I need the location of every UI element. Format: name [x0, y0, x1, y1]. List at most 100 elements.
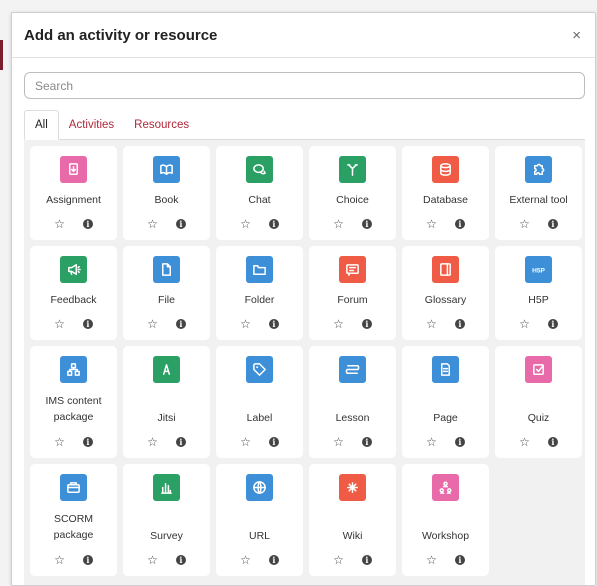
star-icon[interactable]: ☆ [519, 436, 530, 448]
info-icon[interactable]: i [175, 319, 186, 329]
info-icon[interactable]: i [175, 555, 186, 565]
module-actions: ☆ i [30, 318, 117, 330]
star-icon[interactable]: ☆ [147, 218, 158, 230]
module-actions: ☆ i [123, 554, 210, 566]
star-icon[interactable]: ☆ [426, 554, 437, 566]
star-icon[interactable]: ☆ [426, 218, 437, 230]
star-icon[interactable]: ☆ [426, 436, 437, 448]
close-icon[interactable]: × [572, 28, 581, 43]
star-icon[interactable]: ☆ [240, 218, 251, 230]
module-card-quiz[interactable]: Quiz ☆ i [495, 346, 582, 458]
module-card-feedback[interactable]: Feedback ☆ i [30, 246, 117, 340]
module-card-lesson[interactable]: Lesson ☆ i [309, 346, 396, 458]
info-icon[interactable]: i [454, 219, 465, 229]
info-icon[interactable]: i [361, 437, 372, 447]
tab-resources[interactable]: Resources [124, 110, 199, 139]
scorm-icon [60, 474, 87, 501]
module-actions: ☆ i [30, 436, 117, 448]
info-icon[interactable]: i [268, 555, 279, 565]
info-icon[interactable]: i [361, 555, 372, 565]
info-icon[interactable]: i [175, 437, 186, 447]
star-icon[interactable]: ☆ [147, 436, 158, 448]
add-activity-dialog: Add an activity or resource × All Activi… [11, 12, 596, 586]
tab-activities[interactable]: Activities [59, 110, 124, 139]
info-icon[interactable]: i [454, 437, 465, 447]
module-card-url[interactable]: URL ☆ i [216, 464, 303, 576]
quiz-icon [525, 356, 552, 383]
star-icon[interactable]: ☆ [519, 218, 530, 230]
star-icon[interactable]: ☆ [54, 436, 65, 448]
star-icon[interactable]: ☆ [240, 436, 251, 448]
module-actions: ☆ i [216, 554, 303, 566]
info-icon[interactable]: i [175, 219, 186, 229]
info-icon[interactable]: i [82, 319, 93, 329]
module-card-assignment[interactable]: Assignment ☆ i [30, 146, 117, 240]
star-icon[interactable]: ☆ [333, 436, 344, 448]
module-card-scorm-package[interactable]: SCORM package ☆ i [30, 464, 117, 576]
module-actions: ☆ i [402, 436, 489, 448]
module-card-h5p[interactable]: H5P H5P ☆ i [495, 246, 582, 340]
module-actions: ☆ i [309, 318, 396, 330]
module-card-database[interactable]: Database ☆ i [402, 146, 489, 240]
star-icon[interactable]: ☆ [54, 554, 65, 566]
star-icon[interactable]: ☆ [54, 318, 65, 330]
module-label: Workshop [421, 530, 470, 542]
module-label: H5P [528, 294, 549, 306]
module-card-workshop[interactable]: Workshop ☆ i [402, 464, 489, 576]
module-label: Book [154, 194, 179, 206]
info-icon[interactable]: i [82, 555, 93, 565]
module-label: External tool [509, 194, 568, 206]
module-label: Lesson [335, 412, 370, 424]
jitsi-icon [153, 356, 180, 383]
module-card-external-tool[interactable]: External tool ☆ i [495, 146, 582, 240]
info-icon[interactable]: i [454, 319, 465, 329]
info-icon[interactable]: i [547, 319, 558, 329]
star-icon[interactable]: ☆ [426, 318, 437, 330]
star-icon[interactable]: ☆ [519, 318, 530, 330]
module-card-label[interactable]: Label ☆ i [216, 346, 303, 458]
star-icon[interactable]: ☆ [54, 218, 65, 230]
module-actions: ☆ i [309, 218, 396, 230]
module-actions: ☆ i [30, 554, 117, 566]
info-icon[interactable]: i [82, 437, 93, 447]
info-icon[interactable]: i [547, 219, 558, 229]
module-card-ims-content-package[interactable]: IMS content package ☆ i [30, 346, 117, 458]
module-label: File [158, 294, 175, 306]
star-icon[interactable]: ☆ [333, 318, 344, 330]
module-card-book[interactable]: Book ☆ i [123, 146, 210, 240]
info-icon[interactable]: i [268, 219, 279, 229]
search-input[interactable] [24, 72, 585, 99]
module-label: Folder [244, 294, 275, 306]
module-card-survey[interactable]: Survey ☆ i [123, 464, 210, 576]
module-label: Database [423, 194, 468, 206]
info-icon[interactable]: i [361, 319, 372, 329]
module-card-file[interactable]: File ☆ i [123, 246, 210, 340]
module-card-chat[interactable]: Chat ☆ i [216, 146, 303, 240]
star-icon[interactable]: ☆ [333, 554, 344, 566]
module-label: Quiz [527, 412, 550, 424]
info-icon[interactable]: i [82, 219, 93, 229]
star-icon[interactable]: ☆ [147, 554, 158, 566]
tab-all[interactable]: All [24, 110, 59, 140]
module-actions: ☆ i [402, 318, 489, 330]
module-card-forum[interactable]: Forum ☆ i [309, 246, 396, 340]
info-icon[interactable]: i [361, 219, 372, 229]
module-card-wiki[interactable]: Wiki ☆ i [309, 464, 396, 576]
module-card-page[interactable]: Page ☆ i [402, 346, 489, 458]
module-card-folder[interactable]: Folder ☆ i [216, 246, 303, 340]
star-icon[interactable]: ☆ [333, 218, 344, 230]
star-icon[interactable]: ☆ [147, 318, 158, 330]
module-card-jitsi[interactable]: Jitsi ☆ i [123, 346, 210, 458]
module-card-glossary[interactable]: Glossary ☆ i [402, 246, 489, 340]
module-actions: ☆ i [30, 218, 117, 230]
lesson-icon [339, 356, 366, 383]
module-label: Survey [150, 530, 183, 542]
info-icon[interactable]: i [268, 437, 279, 447]
info-icon[interactable]: i [454, 555, 465, 565]
info-icon[interactable]: i [268, 319, 279, 329]
module-card-choice[interactable]: Choice ☆ i [309, 146, 396, 240]
star-icon[interactable]: ☆ [240, 318, 251, 330]
info-icon[interactable]: i [547, 437, 558, 447]
module-actions: ☆ i [123, 218, 210, 230]
star-icon[interactable]: ☆ [240, 554, 251, 566]
